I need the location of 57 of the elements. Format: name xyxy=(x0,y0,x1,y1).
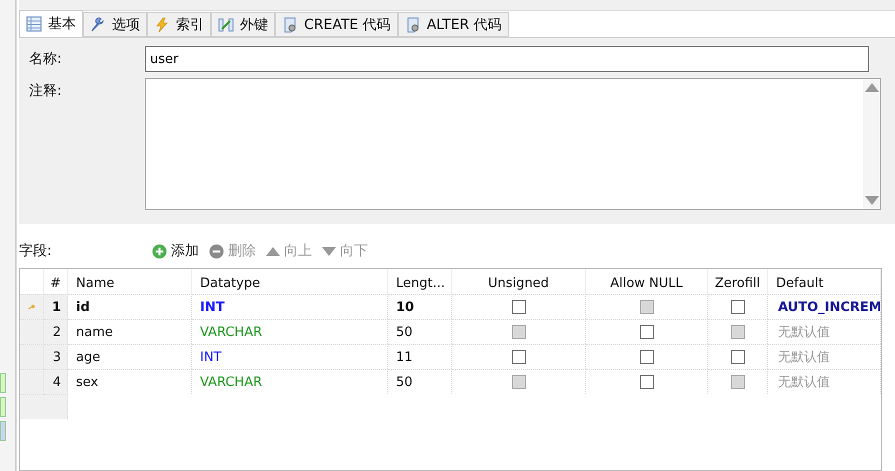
tab[interactable]: CREATE 代码 xyxy=(275,12,398,37)
table-cell: 无默认值 xyxy=(768,369,881,394)
comment-field[interactable] xyxy=(145,78,881,210)
field-label: 名称: xyxy=(29,50,63,68)
row-number: 1 xyxy=(44,294,68,319)
lightning-icon xyxy=(154,16,170,32)
tab[interactable]: 外键 xyxy=(211,12,275,37)
checkbox[interactable] xyxy=(730,350,744,364)
checkbox[interactable] xyxy=(640,375,654,389)
row-number: 3 xyxy=(44,344,68,369)
tab[interactable]: ALTER 代码 xyxy=(398,12,509,37)
table-cell: name xyxy=(68,319,192,344)
table-cell: 50 xyxy=(388,319,452,344)
tab[interactable]: 基本 xyxy=(19,10,83,37)
table-cell: 50 xyxy=(388,369,452,394)
row-header xyxy=(20,344,44,369)
toolbar-button[interactable]: 添加 xyxy=(147,242,204,260)
row-number: 4 xyxy=(44,369,68,394)
triangle-down-icon xyxy=(864,196,878,205)
row-number: 2 xyxy=(44,319,68,344)
checkbox[interactable] xyxy=(512,350,526,364)
table-cell: 10 xyxy=(388,294,452,319)
checkbox[interactable] xyxy=(730,300,744,314)
tab[interactable]: 索引 xyxy=(147,12,211,37)
table-cell: INT xyxy=(192,294,388,319)
side-tab[interactable] xyxy=(0,397,6,417)
side-tab[interactable] xyxy=(0,373,6,393)
table-cell: 无默认值 xyxy=(768,344,881,369)
table-cell: sex xyxy=(68,369,192,394)
table-cell: INT xyxy=(192,344,388,369)
checkbox[interactable] xyxy=(512,300,526,314)
field-label: 注释: xyxy=(29,82,63,100)
row-header xyxy=(44,394,68,419)
script-gear-icon xyxy=(282,16,298,32)
tab[interactable]: 选项 xyxy=(83,12,147,37)
triangle-up-icon xyxy=(266,246,280,256)
row-header xyxy=(20,394,44,419)
script-gear-icon xyxy=(404,16,421,32)
table-cell: VARCHAR xyxy=(192,369,388,394)
table-cell: 11 xyxy=(388,344,452,369)
name-field[interactable]: user xyxy=(145,46,869,72)
triangle-up-icon xyxy=(864,83,878,92)
key-link-icon xyxy=(218,16,234,32)
fields-label: 字段: xyxy=(19,242,53,260)
table-cell: age xyxy=(68,344,192,369)
table-icon xyxy=(26,16,42,32)
row-header xyxy=(20,369,44,394)
scrollbar[interactable] xyxy=(863,79,880,209)
checkbox[interactable] xyxy=(640,325,654,339)
table-cell: 无默认值 xyxy=(768,319,881,344)
remove-icon xyxy=(209,244,224,258)
table-cell: id xyxy=(68,294,192,319)
checkbox[interactable] xyxy=(640,350,654,364)
wrench-icon xyxy=(90,16,106,32)
table-cell: VARCHAR xyxy=(192,319,388,344)
add-icon xyxy=(152,244,167,258)
triangle-down-icon xyxy=(322,246,336,256)
